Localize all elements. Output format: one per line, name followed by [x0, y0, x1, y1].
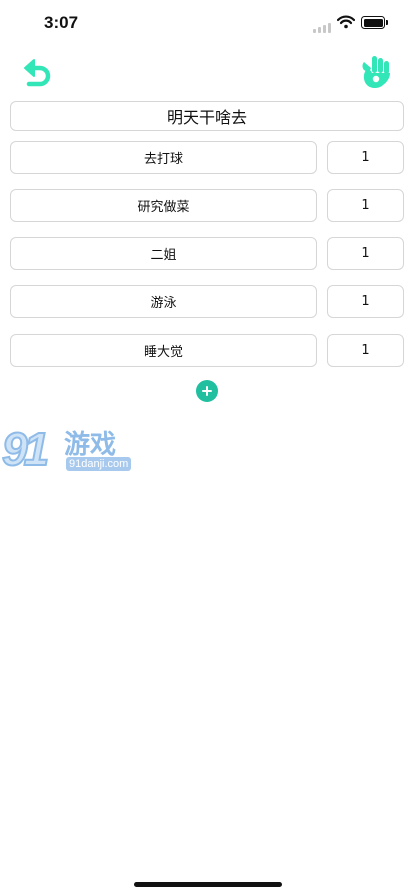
status-time: 3:07 [44, 13, 79, 32]
option-weight-text: 1 [361, 294, 370, 309]
option-weight-input[interactable]: 1 [327, 285, 404, 318]
option-name-input[interactable]: 二姐 [10, 237, 317, 270]
watermark-name: 游戏 [64, 430, 117, 460]
watermark-url: 91danji.com [66, 457, 132, 471]
confirm-button[interactable] [360, 54, 394, 90]
cellular-signal-icon [313, 23, 333, 33]
option-name-text: 睡大觉 [143, 345, 183, 360]
title-text: 明天干啥去 [166, 108, 247, 127]
option-name-input[interactable]: 游泳 [10, 285, 317, 318]
option-weight-input[interactable]: 1 [327, 237, 404, 270]
add-option-button[interactable] [196, 380, 218, 402]
option-name-text: 去打球 [143, 152, 183, 167]
back-button[interactable] [20, 55, 54, 89]
wifi-icon [337, 15, 355, 29]
screen: 3:07 明天干啥去 去打球 1 研究做菜 1 二姐 1 游泳 1 睡大觉 1 … [0, 0, 414, 896]
option-weight-text: 1 [361, 343, 370, 358]
option-weight-text: 1 [361, 198, 370, 213]
option-weight-text: 1 [361, 150, 370, 165]
option-weight-input[interactable]: 1 [327, 189, 404, 222]
option-weight-input[interactable]: 1 [327, 141, 404, 174]
battery-icon [361, 16, 388, 29]
option-weight-text: 1 [361, 246, 370, 261]
option-name-input[interactable]: 研究做菜 [10, 189, 317, 222]
option-name-input[interactable]: 睡大觉 [10, 334, 317, 367]
option-name-text: 游泳 [150, 296, 177, 311]
undo-arrow-icon [24, 59, 51, 87]
title-input[interactable]: 明天干啥去 [10, 101, 404, 131]
ok-hand-icon [362, 56, 390, 88]
option-name-input[interactable]: 去打球 [10, 141, 317, 174]
status-bar: 3:07 [0, 0, 414, 46]
option-name-text: 研究做菜 [137, 200, 190, 215]
option-weight-input[interactable]: 1 [327, 334, 404, 367]
home-indicator [134, 882, 282, 887]
option-name-text: 二姐 [150, 248, 177, 263]
watermark-number: 91 [1, 422, 50, 476]
watermark-logo: 91 游戏 91danji.com [0, 420, 140, 478]
